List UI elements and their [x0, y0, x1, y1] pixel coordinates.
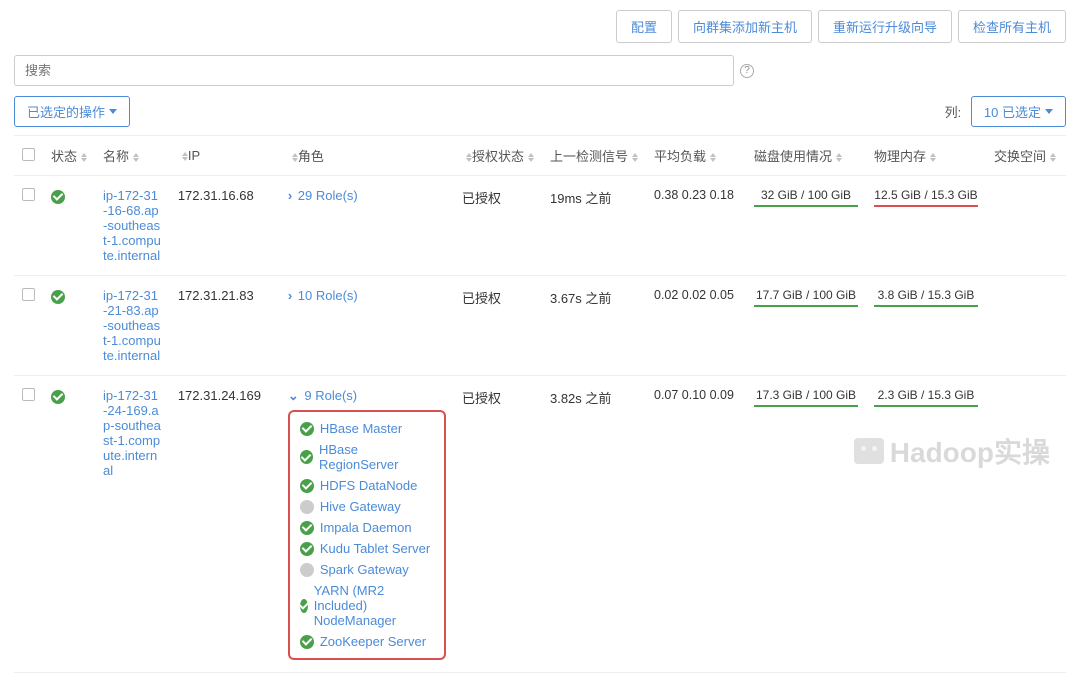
role-item-link[interactable]: Hive Gateway: [320, 499, 401, 514]
roles-toggle[interactable]: 10 Role(s): [298, 288, 358, 303]
inspect-all-button[interactable]: 检查所有主机: [958, 10, 1066, 43]
status-off-icon: [300, 563, 314, 577]
disk-usage: 17.3 GiB / 100 GiB: [746, 376, 866, 673]
status-ok-icon: [51, 290, 65, 304]
physical-memory: 12.5 GiB / 15.3 GiB: [866, 176, 986, 276]
col-status[interactable]: 状态: [43, 136, 95, 176]
table-row: ip-172-31-16-68.ap-southeast-1.compute.i…: [14, 176, 1066, 276]
help-icon[interactable]: ?: [740, 64, 754, 78]
role-item-link[interactable]: HDFS DataNode: [320, 478, 418, 493]
role-item-link[interactable]: HBase RegionServer: [319, 442, 434, 472]
swap-space: [986, 376, 1066, 673]
search-input[interactable]: [14, 55, 734, 86]
top-actions-bar: 配置 向群集添加新主机 重新运行升级向导 检查所有主机: [14, 10, 1066, 43]
load-average: 0.02 0.02 0.05: [646, 276, 746, 376]
roles-expanded-box: HBase Master HBase RegionServer HDFS DataN…: [288, 410, 446, 660]
caret-down-icon: [1045, 109, 1053, 114]
status-ok-icon: [51, 190, 65, 204]
host-name-link[interactable]: ip-172-31-21-83.ap-southeast-1.compute.i…: [103, 288, 162, 363]
host-name-link[interactable]: ip-172-31-24-169.ap-southeast-1.compute.…: [103, 388, 162, 478]
rerun-upgrade-button[interactable]: 重新运行升级向导: [818, 10, 952, 43]
disk-usage: 32 GiB / 100 GiB: [746, 176, 866, 276]
roles-toggle[interactable]: 29 Role(s): [298, 188, 358, 203]
status-ok-icon: [300, 479, 314, 493]
last-signal: 3.67s 之前: [542, 276, 646, 376]
swap-space: [986, 176, 1066, 276]
host-ip: 172.31.24.169: [170, 376, 280, 673]
load-average: 0.38 0.23 0.18: [646, 176, 746, 276]
host-name-link[interactable]: ip-172-31-16-68.ap-southeast-1.compute.i…: [103, 188, 162, 263]
col-ip[interactable]: IP: [170, 136, 280, 176]
table-row: ip-172-31-21-83.ap-southeast-1.compute.i…: [14, 276, 1066, 376]
host-ip: 172.31.16.68: [170, 176, 280, 276]
host-ip: 172.31.21.83: [170, 276, 280, 376]
swap-space: [986, 276, 1066, 376]
status-off-icon: [300, 500, 314, 514]
col-load[interactable]: 平均负载: [646, 136, 746, 176]
disk-usage: 17.7 GiB / 100 GiB: [746, 276, 866, 376]
columns-selected-label: 10 已选定: [984, 102, 1041, 121]
col-roles[interactable]: 角色: [280, 136, 454, 176]
role-item-link[interactable]: ZooKeeper Server: [320, 634, 426, 649]
chevron-right-icon[interactable]: ›: [288, 188, 292, 203]
physical-memory: 3.8 GiB / 15.3 GiB: [866, 276, 986, 376]
status-ok-icon: [300, 542, 314, 556]
last-signal: 19ms 之前: [542, 176, 646, 276]
select-all-checkbox[interactable]: [22, 148, 35, 161]
configure-button[interactable]: 配置: [616, 10, 672, 43]
col-name[interactable]: 名称: [95, 136, 170, 176]
role-item-link[interactable]: Spark Gateway: [320, 562, 409, 577]
role-item-link[interactable]: Impala Daemon: [320, 520, 412, 535]
status-ok-icon: [300, 635, 314, 649]
physical-memory: 2.3 GiB / 15.3 GiB: [866, 376, 986, 673]
role-item-link[interactable]: YARN (MR2 Included) NodeManager: [314, 583, 434, 628]
chevron-down-icon[interactable]: ⌄: [288, 388, 299, 404]
selected-actions-label: 已选定的操作: [27, 102, 105, 121]
columns-label: 列:: [945, 105, 962, 120]
row-checkbox[interactable]: [22, 388, 35, 401]
selected-actions-dropdown[interactable]: 已选定的操作: [14, 96, 130, 127]
table-row: ip-172-31-24-169.ap-southeast-1.compute.…: [14, 376, 1066, 673]
role-item-link[interactable]: HBase Master: [320, 421, 402, 436]
col-last-signal[interactable]: 上一检测信号: [542, 136, 646, 176]
auth-status: 已授权: [454, 376, 542, 673]
row-checkbox[interactable]: [22, 288, 35, 301]
status-ok-icon: [300, 599, 308, 613]
caret-down-icon: [109, 109, 117, 114]
col-disk[interactable]: 磁盘使用情况: [746, 136, 866, 176]
add-host-button[interactable]: 向群集添加新主机: [678, 10, 812, 43]
hosts-table: 状态 名称 IP 角色 授权状态 上一检测信号 平均负载 磁盘使用情况 物理内存…: [14, 135, 1066, 673]
col-auth[interactable]: 授权状态: [454, 136, 542, 176]
last-signal: 3.82s 之前: [542, 376, 646, 673]
auth-status: 已授权: [454, 176, 542, 276]
columns-selector: 列: 10 已选定: [945, 96, 1066, 127]
role-item-link[interactable]: Kudu Tablet Server: [320, 541, 430, 556]
row-checkbox[interactable]: [22, 188, 35, 201]
status-ok-icon: [300, 422, 314, 436]
chevron-right-icon[interactable]: ›: [288, 288, 292, 303]
roles-toggle[interactable]: 9 Role(s): [304, 388, 357, 403]
columns-dropdown[interactable]: 10 已选定: [971, 96, 1066, 127]
col-mem[interactable]: 物理内存: [866, 136, 986, 176]
col-swap[interactable]: 交换空间: [986, 136, 1066, 176]
status-ok-icon: [300, 521, 314, 535]
status-ok-icon: [51, 390, 65, 404]
status-ok-icon: [300, 450, 313, 464]
load-average: 0.07 0.10 0.09: [646, 376, 746, 673]
auth-status: 已授权: [454, 276, 542, 376]
